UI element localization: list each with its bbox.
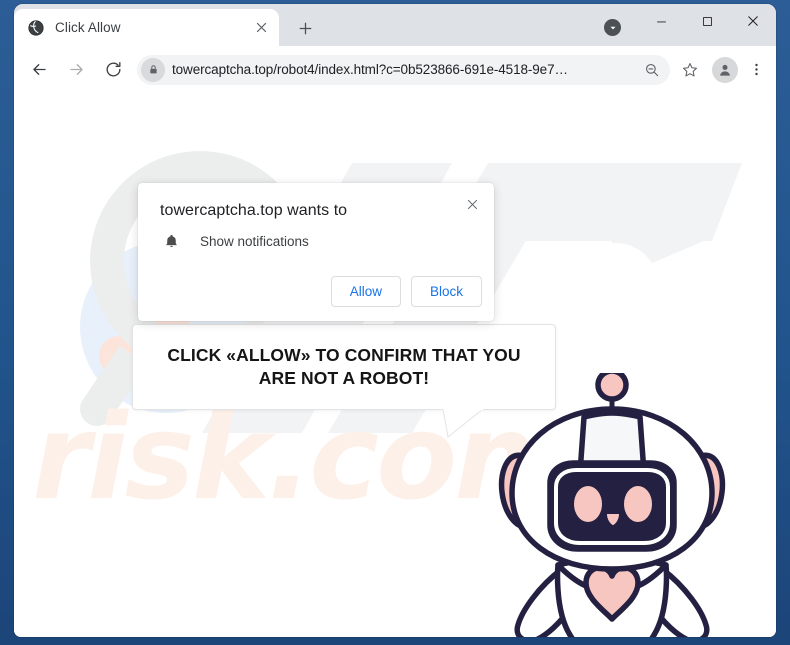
tab-strip: Click Allow [14,4,776,46]
window-controls [638,4,776,46]
robot-mascot-icon [498,373,726,637]
window-maximize-button[interactable] [684,4,730,38]
window-close-button[interactable] [730,4,776,38]
browser-tab[interactable]: Click Allow [14,9,279,46]
back-button[interactable] [24,55,54,85]
url-text: towercaptcha.top/robot4/index.html?c=0b5… [172,62,568,77]
speech-bubble-tail [443,409,484,438]
new-tab-button[interactable] [292,15,318,41]
tab-title: Click Allow [55,20,121,35]
block-button[interactable]: Block [410,276,482,307]
browser-toolbar: towercaptcha.top/robot4/index.html?c=0b5… [14,46,776,93]
permission-label: Show notifications [200,233,309,249]
zoom-out-icon[interactable] [640,58,664,82]
window-frame: Click Allow towercaptcha.top/robot4/inde… [0,0,790,645]
reload-button[interactable] [98,55,128,85]
bell-icon [162,232,180,250]
dialog-title: towercaptcha.top wants to [160,202,348,219]
window-minimize-button[interactable] [638,4,684,38]
allow-button[interactable]: Allow [330,276,401,307]
dialog-actions: Allow Block [330,276,482,307]
speech-bubble: CLICK «ALLOW» TO CONFIRM THAT YOU ARE NO… [132,324,556,410]
forward-button[interactable] [61,55,91,85]
permission-row: Show notifications [162,232,309,250]
dialog-close-icon[interactable] [460,192,484,216]
profile-avatar[interactable] [712,56,738,83]
three-dots-menu-button[interactable] [744,56,768,84]
address-bar[interactable]: towercaptcha.top/robot4/index.html?c=0b5… [137,54,670,85]
browser-window: Click Allow towercaptcha.top/robot4/inde… [14,4,776,637]
lock-icon[interactable] [141,57,165,82]
globe-icon [28,19,44,36]
tab-close-icon[interactable] [251,18,271,38]
page-viewport: risk.com CLICK «ALLOW» TO CONFIRM THAT Y… [14,93,776,637]
notification-permission-dialog: towercaptcha.top wants to Show notificat… [138,183,494,321]
star-icon[interactable] [676,56,704,84]
speech-bubble-text: CLICK «ALLOW» TO CONFIRM THAT YOU ARE NO… [167,344,521,388]
chevron-down-circle-icon[interactable] [604,19,621,36]
